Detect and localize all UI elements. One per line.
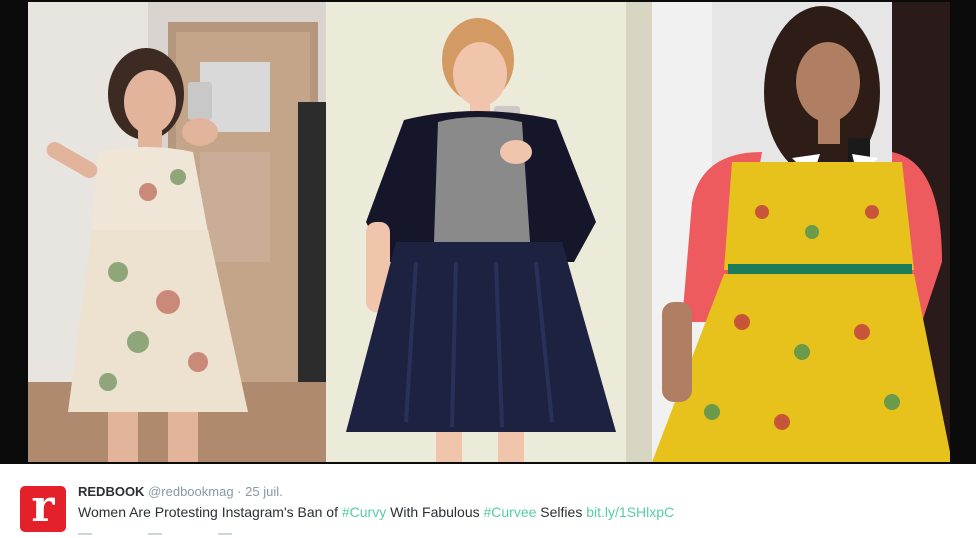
redbook-avatar[interactable]: r — [20, 486, 66, 532]
avatar-letter: r — [31, 486, 55, 532]
hashtag-curvy[interactable]: #Curvy — [342, 504, 386, 520]
tweet-text-1: Women Are Protesting Instagram's Ban of — [78, 504, 342, 520]
tweet-text-2: With Fabulous — [386, 504, 484, 520]
tweet: r REDBOOK @redbookmag · 25 juil. Women A… — [0, 464, 976, 536]
tweet-text: Women Are Protesting Instagram's Ban of … — [78, 504, 674, 520]
tweet-text-3: Selfies — [536, 504, 587, 520]
tweet-actions — [78, 530, 288, 538]
timestamp[interactable]: 25 juil. — [245, 484, 283, 499]
photo-yellow-dress[interactable] — [652, 2, 950, 462]
tweet-header: REDBOOK @redbookmag · 25 juil. — [78, 484, 283, 499]
photo-floral-dress[interactable] — [28, 2, 326, 462]
photo-collage[interactable] — [0, 0, 976, 464]
photo-tulle-skirt[interactable] — [326, 2, 652, 462]
display-name[interactable]: REDBOOK — [78, 484, 144, 499]
separator: · — [237, 484, 242, 499]
short-link[interactable]: bit.ly/1SHlxpC — [586, 504, 674, 520]
username[interactable]: @redbookmag — [148, 484, 233, 499]
hashtag-curvee[interactable]: #Curvee — [484, 504, 537, 520]
